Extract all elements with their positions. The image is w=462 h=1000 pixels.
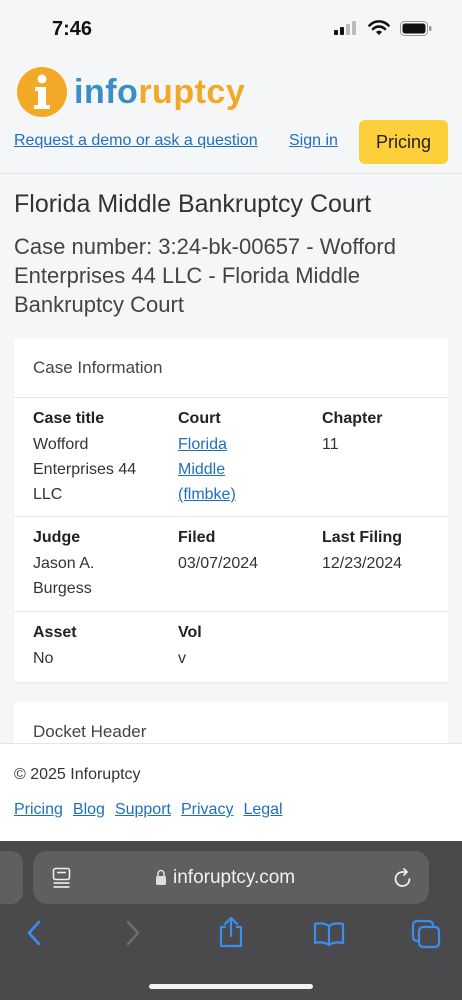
battery-icon [400,20,432,36]
case-info-row-3: Asset No Vol v [14,612,448,681]
url-text: inforuptcy.com [173,867,296,888]
copyright: © 2025 Inforuptcy [14,766,141,783]
bookmarks-icon[interactable] [313,921,345,947]
case-title-cell: Case title Wofford Enterprises 44 LLC [33,410,153,507]
chapter-label: Chapter [322,410,383,427]
forward-icon[interactable] [124,918,142,948]
asset-value: No [33,650,54,667]
sign-in-link[interactable]: Sign in [289,132,338,150]
last-filing-cell: Last Filing 12/23/2024 [322,529,442,576]
footer-link-support[interactable]: Support [115,801,171,819]
status-icons [334,20,432,36]
cellular-signal-icon [334,21,356,35]
previous-tab-stub[interactable] [0,851,23,904]
lock-icon [156,869,166,885]
last-filing-label: Last Filing [322,529,402,546]
wifi-icon [368,20,390,35]
site-header: inforuptcy Request a demo or ask a quest… [0,58,462,173]
browser-chrome: inforuptcy.com [0,841,462,1000]
footer-link-legal[interactable]: Legal [243,801,282,819]
header-divider [0,173,462,174]
reader-mode-icon[interactable] [52,867,72,889]
request-demo-link[interactable]: Request a demo or ask a question [14,132,258,150]
site-footer: © 2025 Inforuptcy Pricing Blog Support P… [0,743,462,841]
logo-text-info: info [74,72,139,111]
tabs-icon[interactable] [411,919,441,949]
status-bar: 7:46 [0,0,462,58]
asset-label: Asset [33,624,77,641]
judge-cell: Judge Jason A. Burgess [33,529,153,601]
footer-links: Pricing Blog Support Privacy Legal [14,801,283,819]
case-info-row-2: Judge Jason A. Burgess Filed 03/07/2024 … [14,517,448,612]
vol-label: Vol [178,624,202,641]
case-info-row-1: Case title Wofford Enterprises 44 LLC Co… [14,398,448,517]
top-nav: Request a demo or ask a question Sign in… [0,118,462,164]
info-logo-icon [17,67,67,117]
asset-cell: Asset No [33,624,153,671]
logo[interactable]: inforuptcy [16,66,245,118]
address-bar[interactable]: inforuptcy.com [33,851,429,904]
vol-cell: Vol v [178,624,298,671]
filed-value: 03/07/2024 [178,555,259,572]
footer-link-blog[interactable]: Blog [73,801,105,819]
chapter-value: 11 [322,436,339,453]
footer-link-privacy[interactable]: Privacy [181,801,233,819]
status-time: 7:46 [52,18,93,40]
case-information-header: Case Information [14,338,448,398]
logo-text-ruptcy: ruptcy [138,72,246,111]
case-title-label: Case title [33,410,105,427]
court-link[interactable]: Florida Middle (flmbke) [178,432,268,507]
reload-icon[interactable] [393,867,413,889]
case-number-heading: Case number: 3:24-bk-00657 - Wofford Ent… [14,234,396,317]
pricing-button[interactable]: Pricing [359,120,448,164]
filed-cell: Filed 03/07/2024 [178,529,298,576]
judge-value: Jason A. Burgess [33,555,95,597]
chapter-cell: Chapter 11 [322,410,432,457]
home-indicator [149,984,313,989]
court-cell: Court Florida Middle (flmbke) [178,410,268,507]
case-information-card: Case Information Case title Wofford Ente… [14,338,448,682]
last-filing-value: 12/23/2024 [322,555,403,572]
vol-value: v [178,650,186,667]
logo-text: inforuptcy [74,73,245,112]
page-title: Florida Middle Bankruptcy Court [14,190,372,218]
judge-label: Judge [33,529,81,546]
share-icon[interactable] [217,915,245,949]
court-label: Court [178,410,221,427]
back-icon[interactable] [25,918,43,948]
case-title-value: Wofford Enterprises 44 LLC [33,436,137,503]
filed-label: Filed [178,529,216,546]
footer-link-pricing[interactable]: Pricing [14,801,63,819]
